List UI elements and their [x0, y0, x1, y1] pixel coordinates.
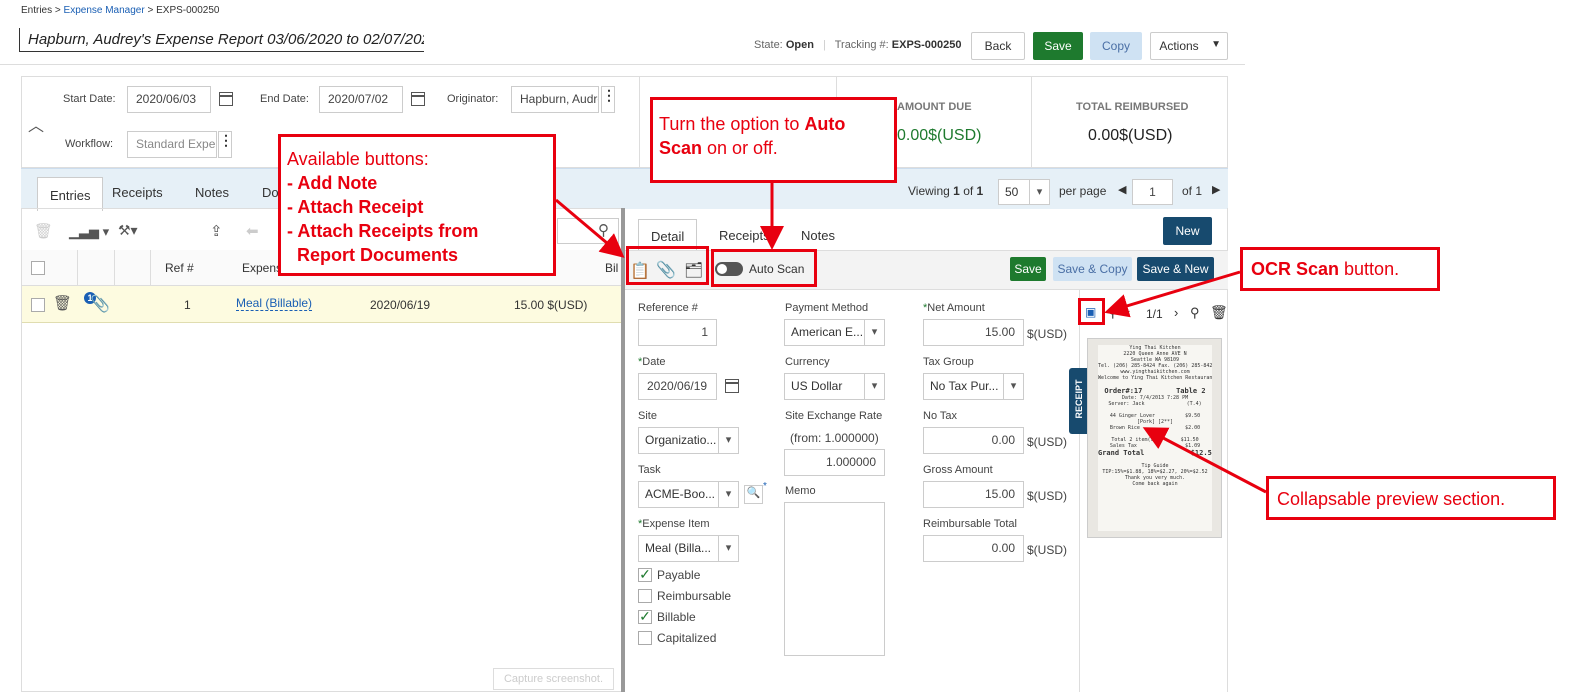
annotation-arrows — [555, 183, 1267, 494]
arrow-ocr — [1104, 270, 1241, 318]
arrow-buttons — [555, 198, 625, 258]
arrow-collapse — [1142, 427, 1267, 494]
